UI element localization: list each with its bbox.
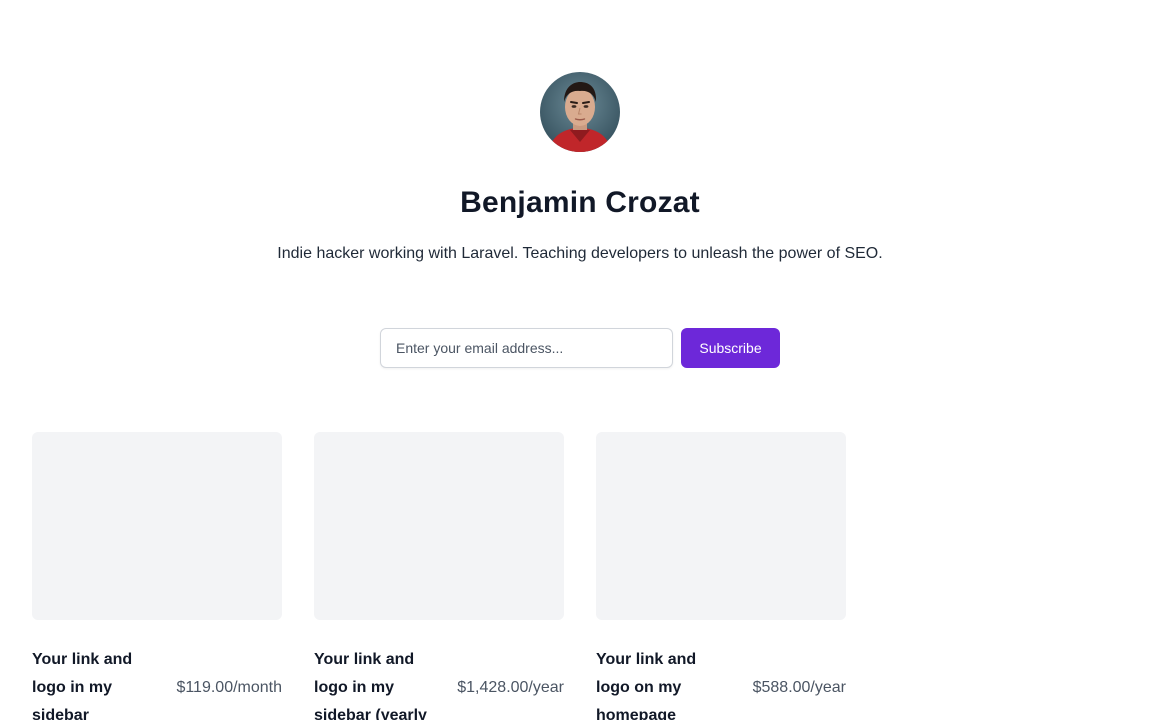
avatar (540, 72, 620, 152)
profile-page: Benjamin Crozat Indie hacker working wit… (0, 0, 1160, 720)
product-price: $119.00/month (176, 679, 282, 696)
email-input[interactable] (380, 328, 673, 368)
product-info: Your link and logo in my sidebar $119.00… (32, 646, 282, 720)
product-image-placeholder (32, 432, 282, 620)
profile-name: Benjamin Crozat (460, 186, 700, 219)
product-title[interactable]: Your link and logo on my homepage (596, 646, 726, 720)
profile-bio: Indie hacker working with Laravel. Teach… (277, 245, 883, 262)
product-info: Your link and logo on my homepage $588.0… (596, 646, 846, 720)
product-card[interactable]: Your link and logo in my sidebar (yearly… (314, 432, 564, 720)
product-price: $1,428.00/year (457, 679, 564, 696)
product-card[interactable]: Your link and logo on my homepage $588.0… (596, 432, 846, 720)
product-image-placeholder (596, 432, 846, 620)
product-grid: Your link and logo in my sidebar $119.00… (32, 432, 846, 720)
product-title[interactable]: Your link and logo in my sidebar (32, 646, 162, 720)
newsletter-form: Subscribe (380, 328, 780, 368)
avatar-portrait-icon (540, 72, 620, 152)
subscribe-button[interactable]: Subscribe (681, 328, 780, 368)
product-card[interactable]: Your link and logo in my sidebar $119.00… (32, 432, 282, 720)
product-title[interactable]: Your link and logo in my sidebar (yearly (314, 646, 444, 720)
product-info: Your link and logo in my sidebar (yearly… (314, 646, 564, 720)
product-price: $588.00/year (752, 679, 846, 696)
product-image-placeholder (314, 432, 564, 620)
